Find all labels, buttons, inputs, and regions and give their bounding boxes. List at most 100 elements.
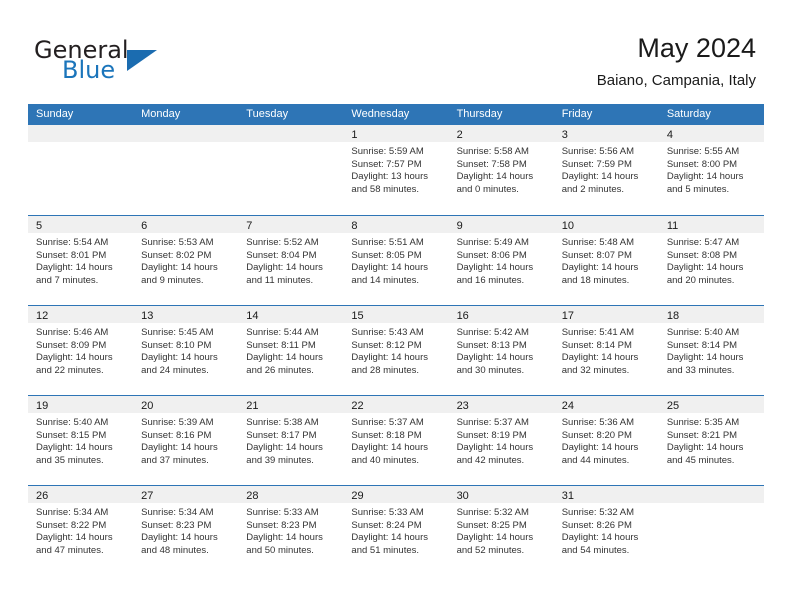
daylight-text-line1: Daylight: 14 hours: [36, 352, 113, 364]
sunset-text: Sunset: 8:18 PM: [351, 429, 422, 441]
daylight-text-line1: Daylight: 13 hours: [351, 171, 428, 183]
day-details: Sunrise: 5:32 AM Sunset: 8:26 PM Daylight:…: [554, 503, 659, 557]
day-details: Sunrise: 5:35 AM Sunset: 8:21 PM Daylight:…: [659, 413, 764, 467]
daylight-text-line1: Daylight: 14 hours: [351, 352, 428, 364]
generalblue-logo[interactable]: General Blue: [34, 36, 254, 88]
daylight-text-line1: Daylight: 14 hours: [456, 352, 534, 364]
daylight-text-line2: and 20 minutes.: [666, 274, 735, 286]
daylight-text-line2: and 14 minutes.: [351, 274, 420, 286]
sunrise-text: Sunrise: 5:37 AM: [456, 417, 529, 428]
day-details: Sunrise: 5:56 AM Sunset: 7:59 PM Daylight:…: [554, 142, 659, 196]
calendar-day-cell[interactable]: 8 Sunrise: 5:51 AM Sunset: 8:05 PM Daylight…: [343, 216, 449, 305]
daylight-text-line1: Daylight: 14 hours: [351, 532, 428, 544]
calendar-day-cell[interactable]: 13 Sunrise: 5:45 AM Sunset: 8:10 PM Dayligh…: [133, 306, 239, 395]
sunrise-text: Sunrise: 5:52 AM: [246, 237, 319, 248]
day-details: Sunrise: 5:37 AM Sunset: 8:18 PM Daylight:…: [343, 413, 448, 467]
day-number: 11: [666, 220, 679, 232]
dow-tuesday: Tuesday: [246, 108, 289, 120]
calendar-day-cell[interactable]: 3 Sunrise: 5:56 AM Sunset: 7:59 PM Daylight…: [553, 125, 659, 215]
calendar-week-row: 5 Sunrise: 5:54 AM Sunset: 8:01 PM Daylight…: [28, 215, 764, 305]
day-details: Sunrise: 5:46 AM Sunset: 8:09 PM Daylight:…: [28, 323, 133, 377]
day-details: Sunrise: 5:41 AM Sunset: 8:14 PM Daylight:…: [554, 323, 659, 377]
calendar-day-cell-empty: [28, 125, 134, 215]
day-number: 24: [561, 400, 574, 412]
day-number: 18: [666, 310, 680, 322]
calendar-day-cell[interactable]: 10 Sunrise: 5:48 AM Sunset: 8:07 PM Dayligh…: [553, 216, 659, 305]
day-number-band: 5: [28, 216, 134, 233]
daylight-text-line2: and 26 minutes.: [246, 364, 314, 376]
calendar-day-cell[interactable]: 14 Sunrise: 5:44 AM Sunset: 8:11 PM Dayligh…: [238, 306, 344, 395]
calendar-day-cell[interactable]: 15 Sunrise: 5:43 AM Sunset: 8:12 PM Dayligh…: [343, 306, 449, 395]
day-number-band: 6: [133, 216, 239, 233]
day-details: Sunrise: 5:40 AM Sunset: 8:14 PM Daylight:…: [659, 323, 764, 377]
day-number-band: 16: [448, 306, 554, 323]
day-details: Sunrise: 5:54 AM Sunset: 8:01 PM Daylight:…: [28, 233, 133, 287]
calendar-day-cell[interactable]: 30 Sunrise: 5:32 AM Sunset: 8:25 PM Dayligh…: [448, 486, 554, 575]
calendar-day-cell[interactable]: 1 Sunrise: 5:59 AM Sunset: 7:57 PM Daylight…: [343, 125, 449, 215]
daylight-text-line2: and 11 minutes.: [246, 274, 314, 286]
calendar-day-cell[interactable]: 26 Sunrise: 5:34 AM Sunset: 8:22 PM Dayligh…: [28, 486, 134, 575]
daylight-text-line2: and 35 minutes.: [36, 454, 104, 466]
calendar-day-cell[interactable]: 22 Sunrise: 5:37 AM Sunset: 8:18 PM Dayligh…: [343, 396, 449, 485]
calendar-day-cell[interactable]: 31 Sunrise: 5:32 AM Sunset: 8:26 PM Dayligh…: [553, 486, 659, 575]
daylight-text-line1: Daylight: 14 hours: [141, 532, 218, 544]
sunset-text: Sunset: 8:06 PM: [456, 249, 527, 261]
daylight-text-line2: and 22 minutes.: [36, 364, 104, 376]
calendar-day-cell[interactable]: 6 Sunrise: 5:53 AM Sunset: 8:02 PM Daylight…: [133, 216, 239, 305]
day-number: 4: [666, 129, 673, 141]
calendar-day-cell[interactable]: 21 Sunrise: 5:38 AM Sunset: 8:17 PM Dayligh…: [238, 396, 344, 485]
calendar-day-cell[interactable]: 18 Sunrise: 5:40 AM Sunset: 8:14 PM Dayligh…: [658, 306, 764, 395]
sunset-text: Sunset: 8:21 PM: [666, 429, 738, 441]
day-number-band: 26: [28, 486, 134, 503]
calendar-day-cell[interactable]: 19 Sunrise: 5:40 AM Sunset: 8:15 PM Dayligh…: [28, 396, 134, 485]
calendar-day-cell[interactable]: 23 Sunrise: 5:37 AM Sunset: 8:19 PM Dayligh…: [448, 396, 554, 485]
sunset-text: Sunset: 8:23 PM: [141, 519, 212, 531]
day-number: 20: [141, 400, 154, 412]
sunrise-text: Sunrise: 5:49 AM: [456, 237, 529, 248]
day-number-band: 24: [553, 396, 659, 413]
day-details: Sunrise: 5:59 AM Sunset: 7:57 PM Daylight:…: [343, 142, 448, 196]
calendar-day-cell[interactable]: 16 Sunrise: 5:42 AM Sunset: 8:13 PM Dayligh…: [448, 306, 554, 395]
sunrise-text: Sunrise: 5:33 AM: [351, 507, 424, 518]
sunrise-text: Sunrise: 5:37 AM: [351, 417, 424, 428]
calendar-day-cell[interactable]: 12 Sunrise: 5:46 AM Sunset: 8:09 PM Dayligh…: [28, 306, 134, 395]
sunset-text: Sunset: 8:11 PM: [246, 339, 316, 351]
day-number-band: 30: [448, 486, 554, 503]
calendar-day-cell[interactable]: 5 Sunrise: 5:54 AM Sunset: 8:01 PM Daylight…: [28, 216, 134, 305]
calendar-day-cell[interactable]: 28 Sunrise: 5:33 AM Sunset: 8:23 PM Dayligh…: [238, 486, 344, 575]
sunset-text: Sunset: 8:23 PM: [246, 519, 317, 531]
daylight-text-line1: Daylight: 14 hours: [246, 532, 323, 544]
calendar-day-cell[interactable]: 27 Sunrise: 5:34 AM Sunset: 8:23 PM Dayligh…: [133, 486, 239, 575]
calendar-day-cell[interactable]: 2 Sunrise: 5:58 AM Sunset: 7:58 PM Daylight…: [448, 125, 554, 215]
calendar-day-cell[interactable]: 24 Sunrise: 5:36 AM Sunset: 8:20 PM Dayligh…: [553, 396, 659, 485]
sunrise-text: Sunrise: 5:46 AM: [36, 327, 109, 338]
sunrise-text: Sunrise: 5:36 AM: [561, 417, 635, 428]
calendar-day-cell-empty: [238, 125, 344, 215]
day-number-band: 29: [343, 486, 449, 503]
calendar-day-cell[interactable]: 29 Sunrise: 5:33 AM Sunset: 8:24 PM Dayligh…: [343, 486, 449, 575]
calendar-day-cell[interactable]: 20 Sunrise: 5:39 AM Sunset: 8:16 PM Dayligh…: [133, 396, 239, 485]
calendar-day-cell[interactable]: 11 Sunrise: 5:47 AM Sunset: 8:08 PM Dayligh…: [658, 216, 764, 305]
calendar-day-cell[interactable]: 9 Sunrise: 5:49 AM Sunset: 8:06 PM Daylight…: [448, 216, 554, 305]
calendar-day-cell[interactable]: 25 Sunrise: 5:35 AM Sunset: 8:21 PM Dayligh…: [658, 396, 764, 485]
calendar-day-cell[interactable]: 7 Sunrise: 5:52 AM Sunset: 8:04 PM Daylight…: [238, 216, 344, 305]
day-details: Sunrise: 5:45 AM Sunset: 8:10 PM Daylight:…: [133, 323, 238, 377]
sunrise-text: Sunrise: 5:34 AM: [36, 507, 109, 518]
daylight-text-line1: Daylight: 14 hours: [561, 262, 639, 274]
day-number-band: 21: [238, 396, 344, 413]
calendar-day-cell[interactable]: 17 Sunrise: 5:41 AM Sunset: 8:14 PM Dayligh…: [553, 306, 659, 395]
sunrise-text: Sunrise: 5:47 AM: [666, 237, 740, 248]
sunrise-text: Sunrise: 5:45 AM: [141, 327, 214, 338]
day-details: Sunrise: 5:52 AM Sunset: 8:04 PM Daylight:…: [238, 233, 343, 287]
daylight-text-line2: and 39 minutes.: [246, 454, 314, 466]
day-number: 23: [456, 400, 469, 412]
sunset-text: Sunset: 8:07 PM: [561, 249, 632, 261]
day-number: 10: [561, 220, 574, 232]
sunrise-text: Sunrise: 5:54 AM: [36, 237, 109, 248]
blue-triangle-icon: [127, 50, 157, 71]
sunset-text: Sunset: 8:19 PM: [456, 429, 527, 441]
page-title: May 2024: [637, 33, 756, 63]
day-number-band: 3: [553, 125, 659, 142]
day-number-band: 12: [28, 306, 134, 323]
calendar-day-cell[interactable]: 4 Sunrise: 5:55 AM Sunset: 8:00 PM Daylight…: [658, 125, 764, 215]
